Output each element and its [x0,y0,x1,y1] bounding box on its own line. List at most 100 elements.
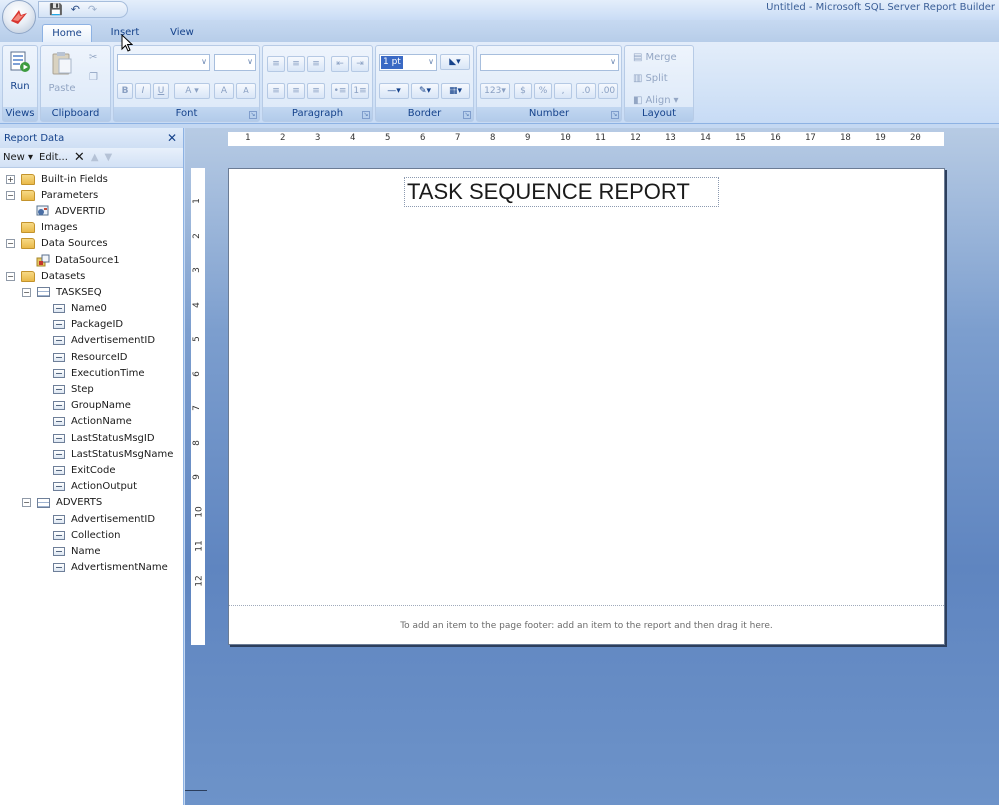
font-name-select[interactable]: ∨ [117,54,210,71]
report-canvas[interactable]: TASK SEQUENCE REPORT To add an item to t… [228,168,945,645]
borders-button[interactable]: ▦▾ [441,83,470,99]
border-width-select[interactable]: 1 pt ∨ [379,54,437,71]
bold-button[interactable]: B [117,83,133,99]
shrink-font-button[interactable]: A [236,83,256,99]
font-color-button[interactable]: A ▾ [174,83,210,99]
collapse-icon[interactable]: − [22,498,31,508]
style-button[interactable]: , [554,83,572,99]
save-icon[interactable]: 💾 [49,3,63,16]
tree-node-field[interactable]: PackageID [0,317,183,333]
node-label: LastStatusMsgID [71,432,155,444]
node-label: ADVERTID [55,205,106,217]
clipboard-group: Paste ✂ ❐ Clipboard [40,45,111,122]
align-right-button[interactable]: ≡ [307,83,325,99]
align-middle-icon: ≡ [292,59,300,69]
tree-node-field[interactable]: AdvertisementID [0,511,183,527]
tree-node-adverts[interactable]: − ADVERTS [0,495,183,511]
merge-button[interactable]: ▤ Merge [633,52,677,63]
align-top-button[interactable]: ≡ [267,56,285,72]
close-icon[interactable]: ✕ [167,131,177,145]
cut-icon[interactable]: ✂ [89,52,97,63]
move-up-icon[interactable]: ▲ [91,152,99,163]
tree-node-field[interactable]: ResourceID [0,349,183,365]
border-color-button[interactable]: ✎▾ [411,83,439,99]
font-size-select[interactable]: ∨ [214,54,256,71]
page-footer-hint[interactable]: To add an item to the page footer: add a… [229,621,944,631]
field-icon [53,482,65,492]
tree-node-field[interactable]: Step [0,381,183,397]
decrease-decimal-button[interactable]: .00 [598,83,618,99]
collapse-icon[interactable]: − [6,239,15,249]
align-left-button[interactable]: ≡ [267,83,285,99]
placeholder-styles-button[interactable]: 123▾ [480,83,510,99]
parameter-icon [36,205,49,216]
ruler-tick-label: 1 [245,133,251,143]
numbering-button[interactable]: 1≡ [351,83,369,99]
new-button[interactable]: New ▾ [3,152,33,163]
tree-node-datasource1[interactable]: DataSource1 [0,252,183,268]
collapse-icon[interactable]: − [6,190,15,200]
run-button[interactable]: Run [5,50,35,92]
tree-node-field[interactable]: LastStatusMsgID [0,430,183,446]
font-launcher-icon[interactable]: ↘ [249,111,257,119]
number-launcher-icon[interactable]: ↘ [611,111,619,119]
move-down-icon[interactable]: ▼ [105,152,113,163]
tab-view[interactable]: View [160,24,204,42]
edit-button[interactable]: Edit... [39,152,68,163]
number-format-select[interactable]: ∨ [480,54,619,71]
underline-button[interactable]: U [153,83,169,99]
tree-node-field[interactable]: LastStatusMsgName [0,446,183,462]
collapse-icon[interactable]: − [6,271,15,281]
paragraph-launcher-icon[interactable]: ↘ [362,111,370,119]
delete-icon[interactable]: ✕ [74,150,85,165]
border-style-button[interactable]: —▾ [379,83,409,99]
currency-button[interactable]: $ [514,83,532,99]
align-center-button[interactable]: ≡ [287,83,305,99]
bullets-button[interactable]: •≡ [331,83,349,99]
tree-node-field[interactable]: AdvertismentName [0,560,183,576]
tree-node-datasets[interactable]: − Datasets [0,268,183,284]
data-source-icon [36,254,50,267]
percent-button[interactable]: % [534,83,552,99]
increase-decimal-button[interactable]: .0 [576,83,596,99]
align-label: Align [645,95,671,106]
copy-icon[interactable]: ❐ [89,72,98,83]
grow-font-button[interactable]: A [214,83,234,99]
report-data-toolbar: New ▾ Edit... ✕ ▲ ▼ [0,148,183,168]
tree-node-field[interactable]: Collection [0,527,183,543]
tree-node-data-sources[interactable]: − Data Sources [0,236,183,252]
decrease-indent-button[interactable]: ⇤ [331,56,349,72]
redo-icon[interactable]: ↷ [88,3,97,16]
increase-indent-button[interactable]: ⇥ [351,56,369,72]
expand-icon[interactable]: + [6,174,15,184]
tree-node-param-advertid[interactable]: ADVERTID [0,203,183,219]
align-bottom-button[interactable]: ≡ [307,56,325,72]
tree-node-built-in-fields[interactable]: + Built-in Fields [0,171,183,187]
views-group: Run Views [2,45,38,122]
align-button[interactable]: ◧ Align ▾ [633,95,679,106]
application-button[interactable] [2,0,36,34]
tree-node-field[interactable]: ActionName [0,414,183,430]
tree-node-field[interactable]: ActionOutput [0,479,183,495]
tree-node-parameters[interactable]: − Parameters [0,187,183,203]
fill-color-button[interactable]: ◣▾ [440,54,470,70]
report-title-textbox[interactable]: TASK SEQUENCE REPORT [404,177,719,207]
split-button[interactable]: ▥ Split [633,73,668,84]
italic-button[interactable]: I [135,83,151,99]
tree-node-taskseq[interactable]: − TASKSEQ [0,284,183,300]
tree-node-field[interactable]: Name0 [0,301,183,317]
align-middle-button[interactable]: ≡ [287,56,305,72]
collapse-icon[interactable]: − [22,287,31,297]
border-launcher-icon[interactable]: ↘ [463,111,471,119]
node-label: Step [71,384,94,396]
border-width-value: 1 pt [381,56,403,69]
paste-button[interactable]: Paste [45,50,79,94]
tree-node-field[interactable]: Name [0,543,183,559]
tree-node-field[interactable]: ExitCode [0,462,183,478]
undo-icon[interactable]: ↶ [71,3,80,16]
tree-node-field[interactable]: GroupName [0,398,183,414]
tree-node-field[interactable]: AdvertisementID [0,333,183,349]
tree-node-images[interactable]: Images [0,220,183,236]
tab-home[interactable]: Home [42,24,92,42]
tree-node-field[interactable]: ExecutionTime [0,365,183,381]
